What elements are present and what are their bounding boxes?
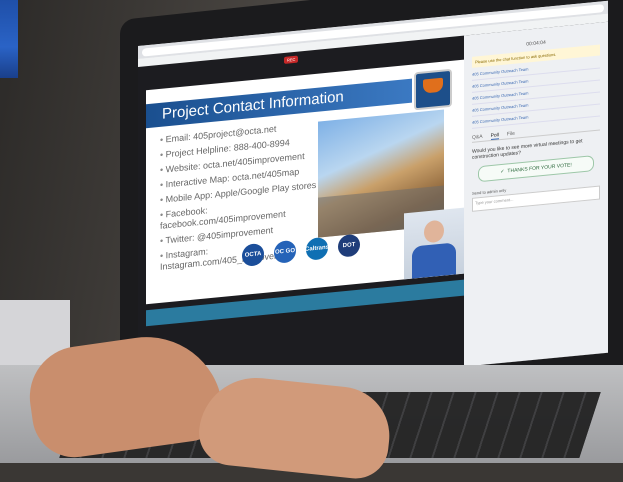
poll-thanks-label: THANKS FOR YOUR VOTE! — [507, 162, 572, 175]
tab-poll[interactable]: Poll — [490, 132, 499, 141]
405-shield-icon — [414, 68, 452, 111]
flag-decoration — [0, 0, 18, 78]
message-sender: 405 Community Outreach Team — [472, 66, 529, 77]
tab-qa[interactable]: Q&A — [472, 134, 483, 142]
ocgo-logo-icon: OC GO — [274, 239, 296, 264]
webinar-app: REC Project Contact Information Email: 4… — [138, 21, 608, 399]
dot-logo-icon: DOT — [338, 233, 360, 258]
poll-thanks-badge: ✓ THANKS FOR YOUR VOTE! — [478, 155, 594, 183]
octa-logo-icon: OCTA — [242, 242, 264, 267]
caltrans-logo-icon: Caltrans — [305, 236, 329, 261]
check-icon: ✓ — [500, 168, 505, 176]
tab-file[interactable]: File — [507, 131, 515, 139]
laptop-screen: REC Project Contact Information Email: 4… — [138, 0, 608, 399]
presenter-head — [424, 219, 444, 244]
presenter-shirt — [412, 242, 456, 279]
presenter-video — [404, 207, 464, 280]
chat-panel: 00:04:04 Please use the chat function to… — [464, 21, 608, 367]
presentation-slide: Project Contact Information Email: 405pr… — [146, 59, 464, 305]
recording-badge: REC — [284, 55, 299, 64]
